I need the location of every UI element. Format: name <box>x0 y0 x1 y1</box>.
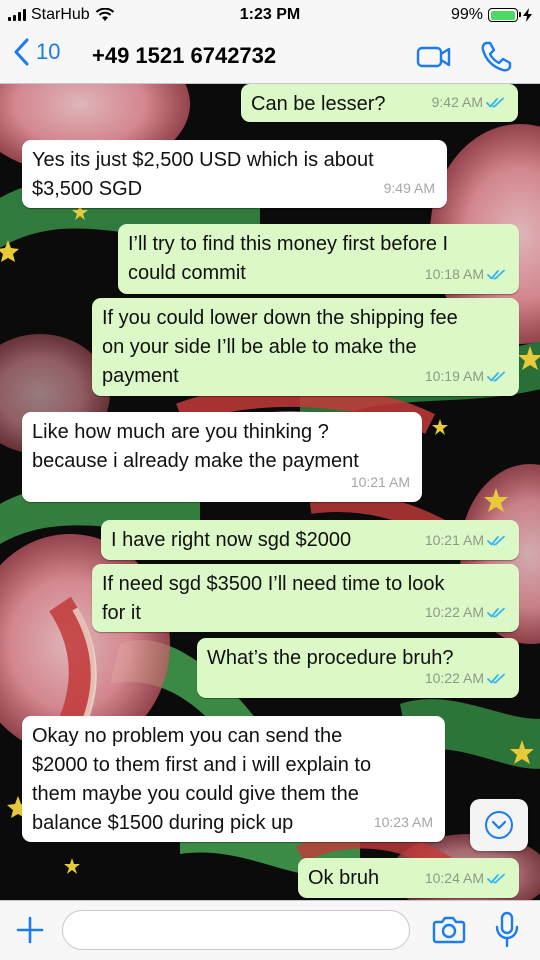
battery-info: 99% <box>451 6 532 24</box>
charging-bolt-icon <box>523 8 532 22</box>
message-bubble-incoming[interactable]: Okay no problem you can send the $2000 t… <box>22 716 445 842</box>
microphone-icon[interactable] <box>494 911 520 949</box>
message-time: 10:18 AM <box>424 266 484 282</box>
back-button[interactable]: 10 <box>14 38 60 66</box>
message-meta: 10:24 AM <box>425 864 507 893</box>
read-receipt-icon <box>487 673 505 683</box>
chevron-down-circle-icon <box>485 811 513 839</box>
message-meta: 9:42 AM <box>432 88 506 117</box>
message-meta: 9:49 AM <box>384 174 435 203</box>
message-meta: 10:21 AM <box>351 468 410 497</box>
message-meta: 10:22 AM <box>425 598 507 627</box>
message-bubble-outgoing[interactable]: I’ll try to find this money first before… <box>118 224 519 294</box>
chevron-left-icon <box>14 38 29 66</box>
status-bar: StarHub 1:23 PM 99% <box>0 0 540 30</box>
message-time: 10:24 AM <box>424 870 484 886</box>
contact-name[interactable]: +49 1521 6742732 <box>92 43 276 69</box>
message-time: 10:21 AM <box>350 474 410 490</box>
read-receipt-icon <box>487 607 505 617</box>
message-time: 10:23 AM <box>373 814 433 830</box>
message-time: 10:22 AM <box>424 604 484 620</box>
read-receipt-icon <box>487 269 505 279</box>
chat-area[interactable]: Can be lesser? 9:42 AM Yes its just $2,500… <box>0 84 540 900</box>
message-bubble-outgoing[interactable]: What’s the procedure bruh? 10:22 AM <box>197 638 519 698</box>
read-receipt-icon <box>487 371 505 381</box>
message-meta: 10:22 AM <box>425 664 507 693</box>
message-meta: 10:21 AM <box>425 526 507 555</box>
read-receipt-icon <box>486 97 504 107</box>
scroll-down-button[interactable] <box>470 799 528 851</box>
message-bubble-outgoing[interactable]: If you could lower down the shipping fee… <box>92 298 519 396</box>
message-meta: 10:23 AM <box>374 808 433 837</box>
message-input[interactable] <box>62 910 410 950</box>
chat-header: 10 +49 1521 6742732 <box>0 30 540 84</box>
battery-icon <box>488 8 521 22</box>
message-meta: 10:19 AM <box>425 362 507 391</box>
phone-icon[interactable] <box>478 39 514 75</box>
unread-count: 10 <box>36 39 61 64</box>
camera-icon[interactable] <box>432 913 466 945</box>
plus-icon[interactable] <box>14 914 46 946</box>
message-bubble-outgoing[interactable]: If need sgd $3500 I’ll need time to look… <box>92 564 519 632</box>
message-bubble-outgoing[interactable]: I have right now sgd $2000 10:21 AM <box>101 520 519 560</box>
message-meta: 10:18 AM <box>425 260 507 289</box>
message-bubble-incoming[interactable]: Yes its just $2,500 USD which is about $… <box>22 140 447 208</box>
video-camera-icon[interactable] <box>416 39 452 75</box>
read-receipt-icon <box>487 535 505 545</box>
message-time: 10:21 AM <box>424 532 484 548</box>
message-bubble-incoming[interactable]: Like how much are you thinking ? because… <box>22 412 422 502</box>
message-time: 10:22 AM <box>424 670 484 686</box>
battery-percent: 99% <box>450 6 483 23</box>
message-time: 9:49 AM <box>383 180 435 196</box>
message-time: 9:42 AM <box>431 94 483 110</box>
message-time: 10:19 AM <box>424 368 484 384</box>
message-bubble-outgoing[interactable]: Can be lesser? 9:42 AM <box>241 84 518 122</box>
message-bubble-outgoing[interactable]: Ok bruh 10:24 AM <box>298 858 519 898</box>
input-bar <box>0 900 540 960</box>
message-text: Yes its just $2,500 USD which is about $… <box>32 149 374 200</box>
read-receipt-icon <box>487 873 505 883</box>
